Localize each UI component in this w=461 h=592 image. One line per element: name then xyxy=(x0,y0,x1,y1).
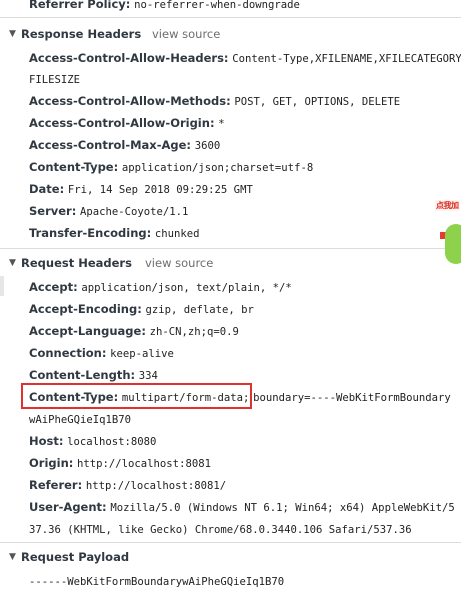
header-value: Content-Type,XFILENAME,XFILECATEGORY,X xyxy=(232,53,461,65)
header-value: localhost:8080 xyxy=(67,436,157,448)
header-value: POST, GET, OPTIONS, DELETE xyxy=(234,96,401,108)
header-name: Access-Control-Max-Age: xyxy=(29,138,192,152)
header-name: Content-Length: xyxy=(29,368,136,382)
header-row-referrer-policy: Referrer Policy: no-referrer-when-downgr… xyxy=(0,0,461,15)
header-value-continuation: wAiPheGQieIq1B70 xyxy=(29,414,132,426)
header-row: Origin: http://localhost:8081 xyxy=(0,452,461,474)
header-row-continuation: 37.36 (KHTML, like Gecko) Chrome/68.0.34… xyxy=(0,518,461,540)
header-name: Accept-Encoding: xyxy=(29,302,142,316)
request-payload-toggle[interactable]: ▼ Request Payload xyxy=(0,544,461,570)
header-value: * xyxy=(218,118,225,130)
header-value: application/json;charset=utf-8 xyxy=(121,162,314,174)
header-name: Server: xyxy=(29,204,77,218)
header-row: Connection: keep-alive xyxy=(0,342,461,364)
header-row: Host: localhost:8080 xyxy=(0,430,461,452)
header-row: Access-Control-Max-Age: 3600 xyxy=(0,134,461,156)
header-name: Referer: xyxy=(29,478,83,492)
payload-text: ------WebKitFormBoundarywAiPheGQieIq1B70 xyxy=(29,576,285,588)
header-value: 3600 xyxy=(194,140,221,152)
header-row: Content-Type: application/json;charset=u… xyxy=(0,156,461,178)
header-value: http://localhost:8081 xyxy=(77,458,211,470)
request-headers-toggle[interactable]: ▼ Request Headers view source xyxy=(0,250,461,276)
header-name: Content-Type: xyxy=(29,160,119,174)
header-name: Host: xyxy=(29,434,64,448)
header-row: Access-Control-Allow-Origin: * xyxy=(0,112,461,134)
section-divider xyxy=(0,542,461,543)
response-headers-toggle[interactable]: ▼ Response Headers view source xyxy=(0,21,461,47)
header-row: Referer: http://localhost:8081/ xyxy=(0,474,461,496)
header-row: Server: Apache-Coyote/1.1 xyxy=(0,200,461,222)
triangle-down-icon: ▼ xyxy=(9,258,16,268)
header-row: Accept-Language: zh-CN,zh;q=0.9 xyxy=(0,320,461,342)
section-divider xyxy=(0,17,461,18)
widget-badge[interactable]: 点我加 xyxy=(435,200,460,211)
header-value: zh-CN,zh;q=0.9 xyxy=(149,326,239,338)
response-headers-title: Response Headers xyxy=(21,27,142,41)
payload-line: ------WebKitFormBoundarywAiPheGQieIq1B70 xyxy=(0,570,461,592)
header-name: Connection: xyxy=(29,346,107,360)
header-value-boundary: boundary=----WebKitFormBoundary xyxy=(253,392,451,404)
header-row-continuation: FILESIZE xyxy=(0,68,461,90)
header-value: 334 xyxy=(138,370,158,382)
header-value: Mozilla/5.0 (Windows NT 6.1; Win64; x64)… xyxy=(110,502,455,514)
header-name: Access-Control-Allow-Origin: xyxy=(29,116,215,130)
header-value: gzip, deflate, br xyxy=(145,304,254,316)
request-view-source-link[interactable]: view source xyxy=(145,250,213,276)
floating-widget[interactable]: 点我加 xyxy=(431,194,461,266)
header-name: Origin: xyxy=(29,456,74,470)
header-name: Date: xyxy=(29,182,65,196)
header-row: Transfer-Encoding: chunked xyxy=(0,222,461,244)
header-name: User-Agent: xyxy=(29,500,107,514)
content-type-highlight-box xyxy=(21,383,252,409)
mascot-icon xyxy=(445,224,461,264)
header-name: Accept: xyxy=(29,280,78,294)
header-value-continuation: 37.36 (KHTML, like Gecko) Chrome/68.0.34… xyxy=(29,524,412,536)
header-row: Date: Fri, 14 Sep 2018 09:29:25 GMT xyxy=(0,178,461,200)
header-value: application/json, text/plain, */* xyxy=(81,282,292,294)
header-value-continuation: FILESIZE xyxy=(29,74,81,86)
header-row-continuation: wAiPheGQieIq1B70 xyxy=(0,408,461,430)
response-view-source-link[interactable]: view source xyxy=(152,21,220,47)
header-value: Apache-Coyote/1.1 xyxy=(79,206,189,218)
header-name: Referrer Policy: xyxy=(29,0,131,11)
header-row: Access-Control-Allow-Headers: Content-Ty… xyxy=(0,47,461,69)
header-name: Accept-Language: xyxy=(29,324,146,338)
header-row: Accept: application/json, text/plain, */… xyxy=(0,276,461,298)
header-value: keep-alive xyxy=(110,348,174,360)
triangle-down-icon: ▼ xyxy=(9,29,16,39)
header-value: chunked xyxy=(154,228,200,240)
header-row: User-Agent: Mozilla/5.0 (Windows NT 6.1;… xyxy=(0,496,461,518)
header-name: Access-Control-Allow-Headers: xyxy=(29,51,229,65)
header-value: no-referrer-when-downgrade xyxy=(134,0,300,11)
header-row: Access-Control-Allow-Methods: POST, GET,… xyxy=(0,90,461,112)
triangle-down-icon: ▼ xyxy=(9,552,16,562)
request-payload-title: Request Payload xyxy=(21,550,130,564)
header-value: http://localhost:8081/ xyxy=(85,480,227,492)
header-name: Transfer-Encoding: xyxy=(29,226,152,240)
request-headers-title: Request Headers xyxy=(21,256,132,270)
section-divider xyxy=(0,248,461,249)
header-value: Fri, 14 Sep 2018 09:29:25 GMT xyxy=(67,184,253,196)
header-name: Access-Control-Allow-Methods: xyxy=(29,94,231,108)
header-row: Accept-Encoding: gzip, deflate, br xyxy=(0,298,461,320)
